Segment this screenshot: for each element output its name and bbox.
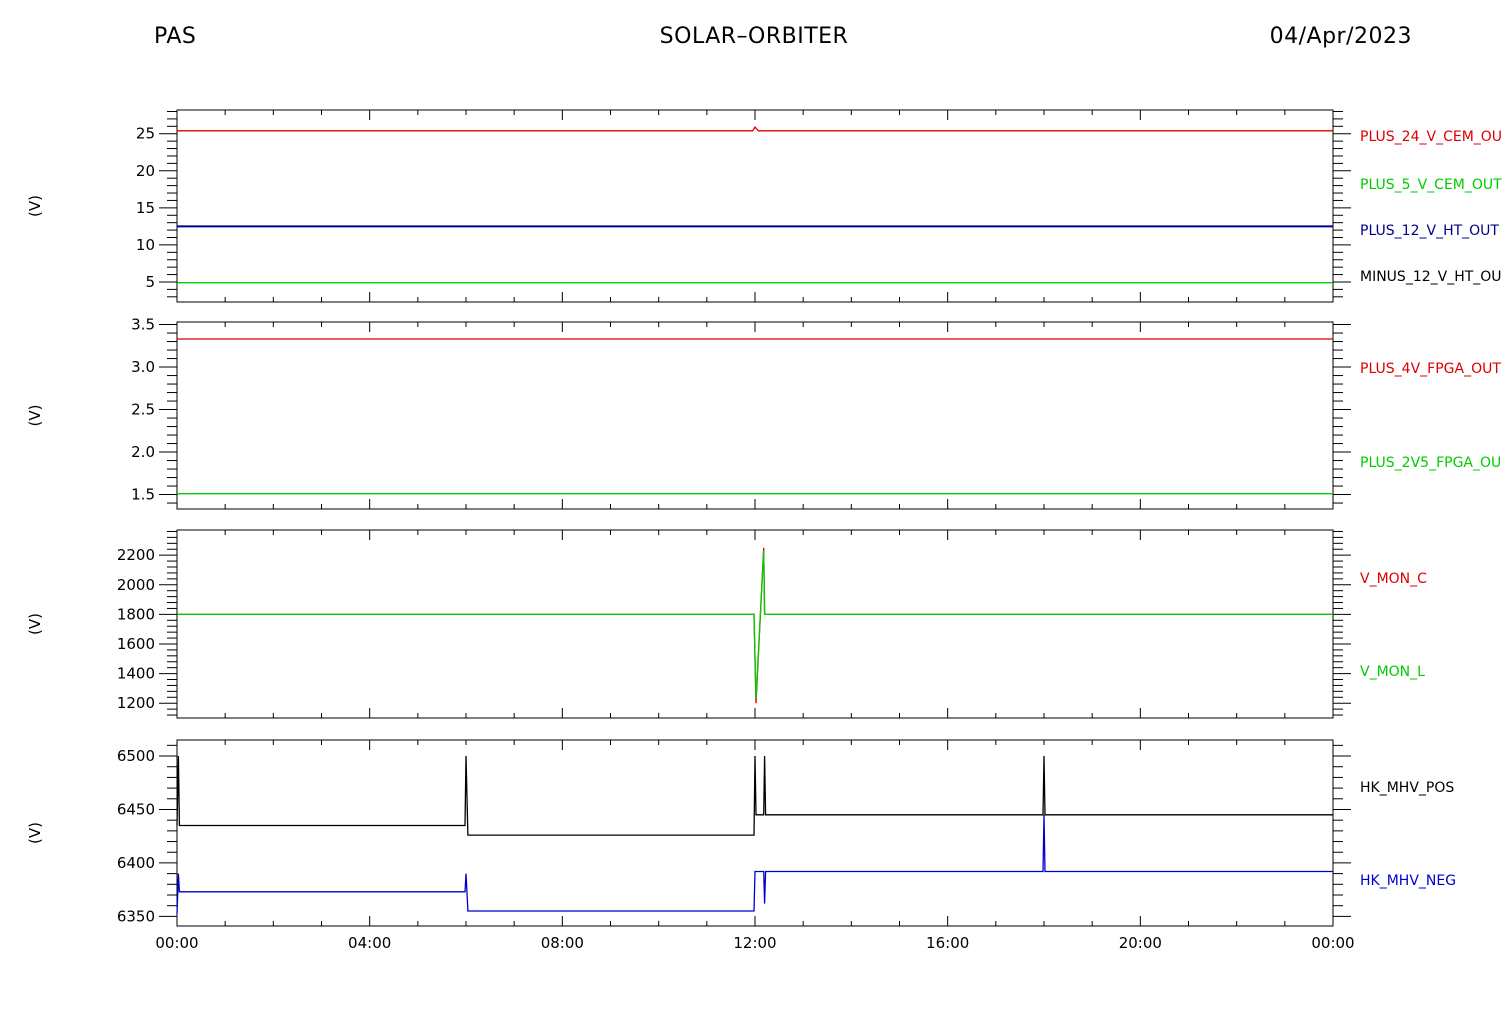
y-tick-label: 2000 <box>117 576 155 594</box>
y-tick-label: 1200 <box>117 694 155 712</box>
series-label: PLUS_2V5_FPGA_OU <box>1360 455 1501 471</box>
y-tick-label: 2.5 <box>131 401 155 419</box>
y-tick-label: 15 <box>136 199 155 217</box>
series-label: PLUS_24_V_CEM_OU <box>1360 129 1502 145</box>
y-tick-label: 3.0 <box>131 358 155 376</box>
series-label: PLUS_12_V_HT_OUT <box>1360 223 1499 239</box>
plot-frame <box>176 529 1334 719</box>
y-tick-label: 2200 <box>117 546 155 564</box>
y-tick-label: 5 <box>145 273 155 291</box>
y-tick-label: 10 <box>136 236 155 254</box>
y-axis-label: (V) <box>26 405 44 427</box>
y-axis-label: (V) <box>26 613 44 635</box>
y-tick-label: 1600 <box>117 635 155 653</box>
x-tick-label: 12:00 <box>733 934 776 952</box>
y-tick-label: 1.5 <box>131 486 155 504</box>
y-tick-label: 6400 <box>117 854 155 872</box>
x-tick-label: 00:00 <box>155 934 198 952</box>
y-tick-label: 2.0 <box>131 443 155 461</box>
y-tick-label: 1400 <box>117 665 155 683</box>
series-label: V_MON_L <box>1360 664 1425 680</box>
y-tick-label: 6500 <box>117 747 155 765</box>
plot-frame <box>176 321 1334 510</box>
plot-frame <box>176 109 1334 303</box>
series-label: MINUS_12_V_HT_OU <box>1360 269 1502 285</box>
series-label: V_MON_C <box>1360 571 1427 587</box>
x-tick-label: 08:00 <box>541 934 584 952</box>
y-tick-label: 6350 <box>117 907 155 925</box>
series-label: HK_MHV_POS <box>1360 780 1454 796</box>
series-line <box>176 814 1333 915</box>
series-line <box>176 755 1333 836</box>
series-line <box>177 550 1333 699</box>
y-tick-label: 3.5 <box>131 316 155 334</box>
y-axis-label: (V) <box>26 195 44 217</box>
series-label: PLUS_4V_FPGA_OUT <box>1360 361 1501 377</box>
x-tick-label: 00:00 <box>1311 934 1354 952</box>
series-label: HK_MHV_NEG <box>1360 873 1456 889</box>
x-tick-label: 20:00 <box>1119 934 1162 952</box>
x-tick-label: 04:00 <box>348 934 391 952</box>
y-axis-label: (V) <box>26 822 44 844</box>
x-tick-label: 16:00 <box>926 934 969 952</box>
y-tick-label: 25 <box>136 125 155 143</box>
housekeeping-plots: 5 10 15 20 25 (V) PLUS_24_V_CEM_OU PLUS_5_V_CEM… <box>26 109 1502 952</box>
y-tick-label: 6450 <box>117 800 155 818</box>
series-label: PLUS_5_V_CEM_OUT <box>1360 177 1502 193</box>
y-tick-label: 1800 <box>117 605 155 623</box>
y-tick-label: 20 <box>136 162 155 180</box>
series-line <box>177 126 1333 132</box>
